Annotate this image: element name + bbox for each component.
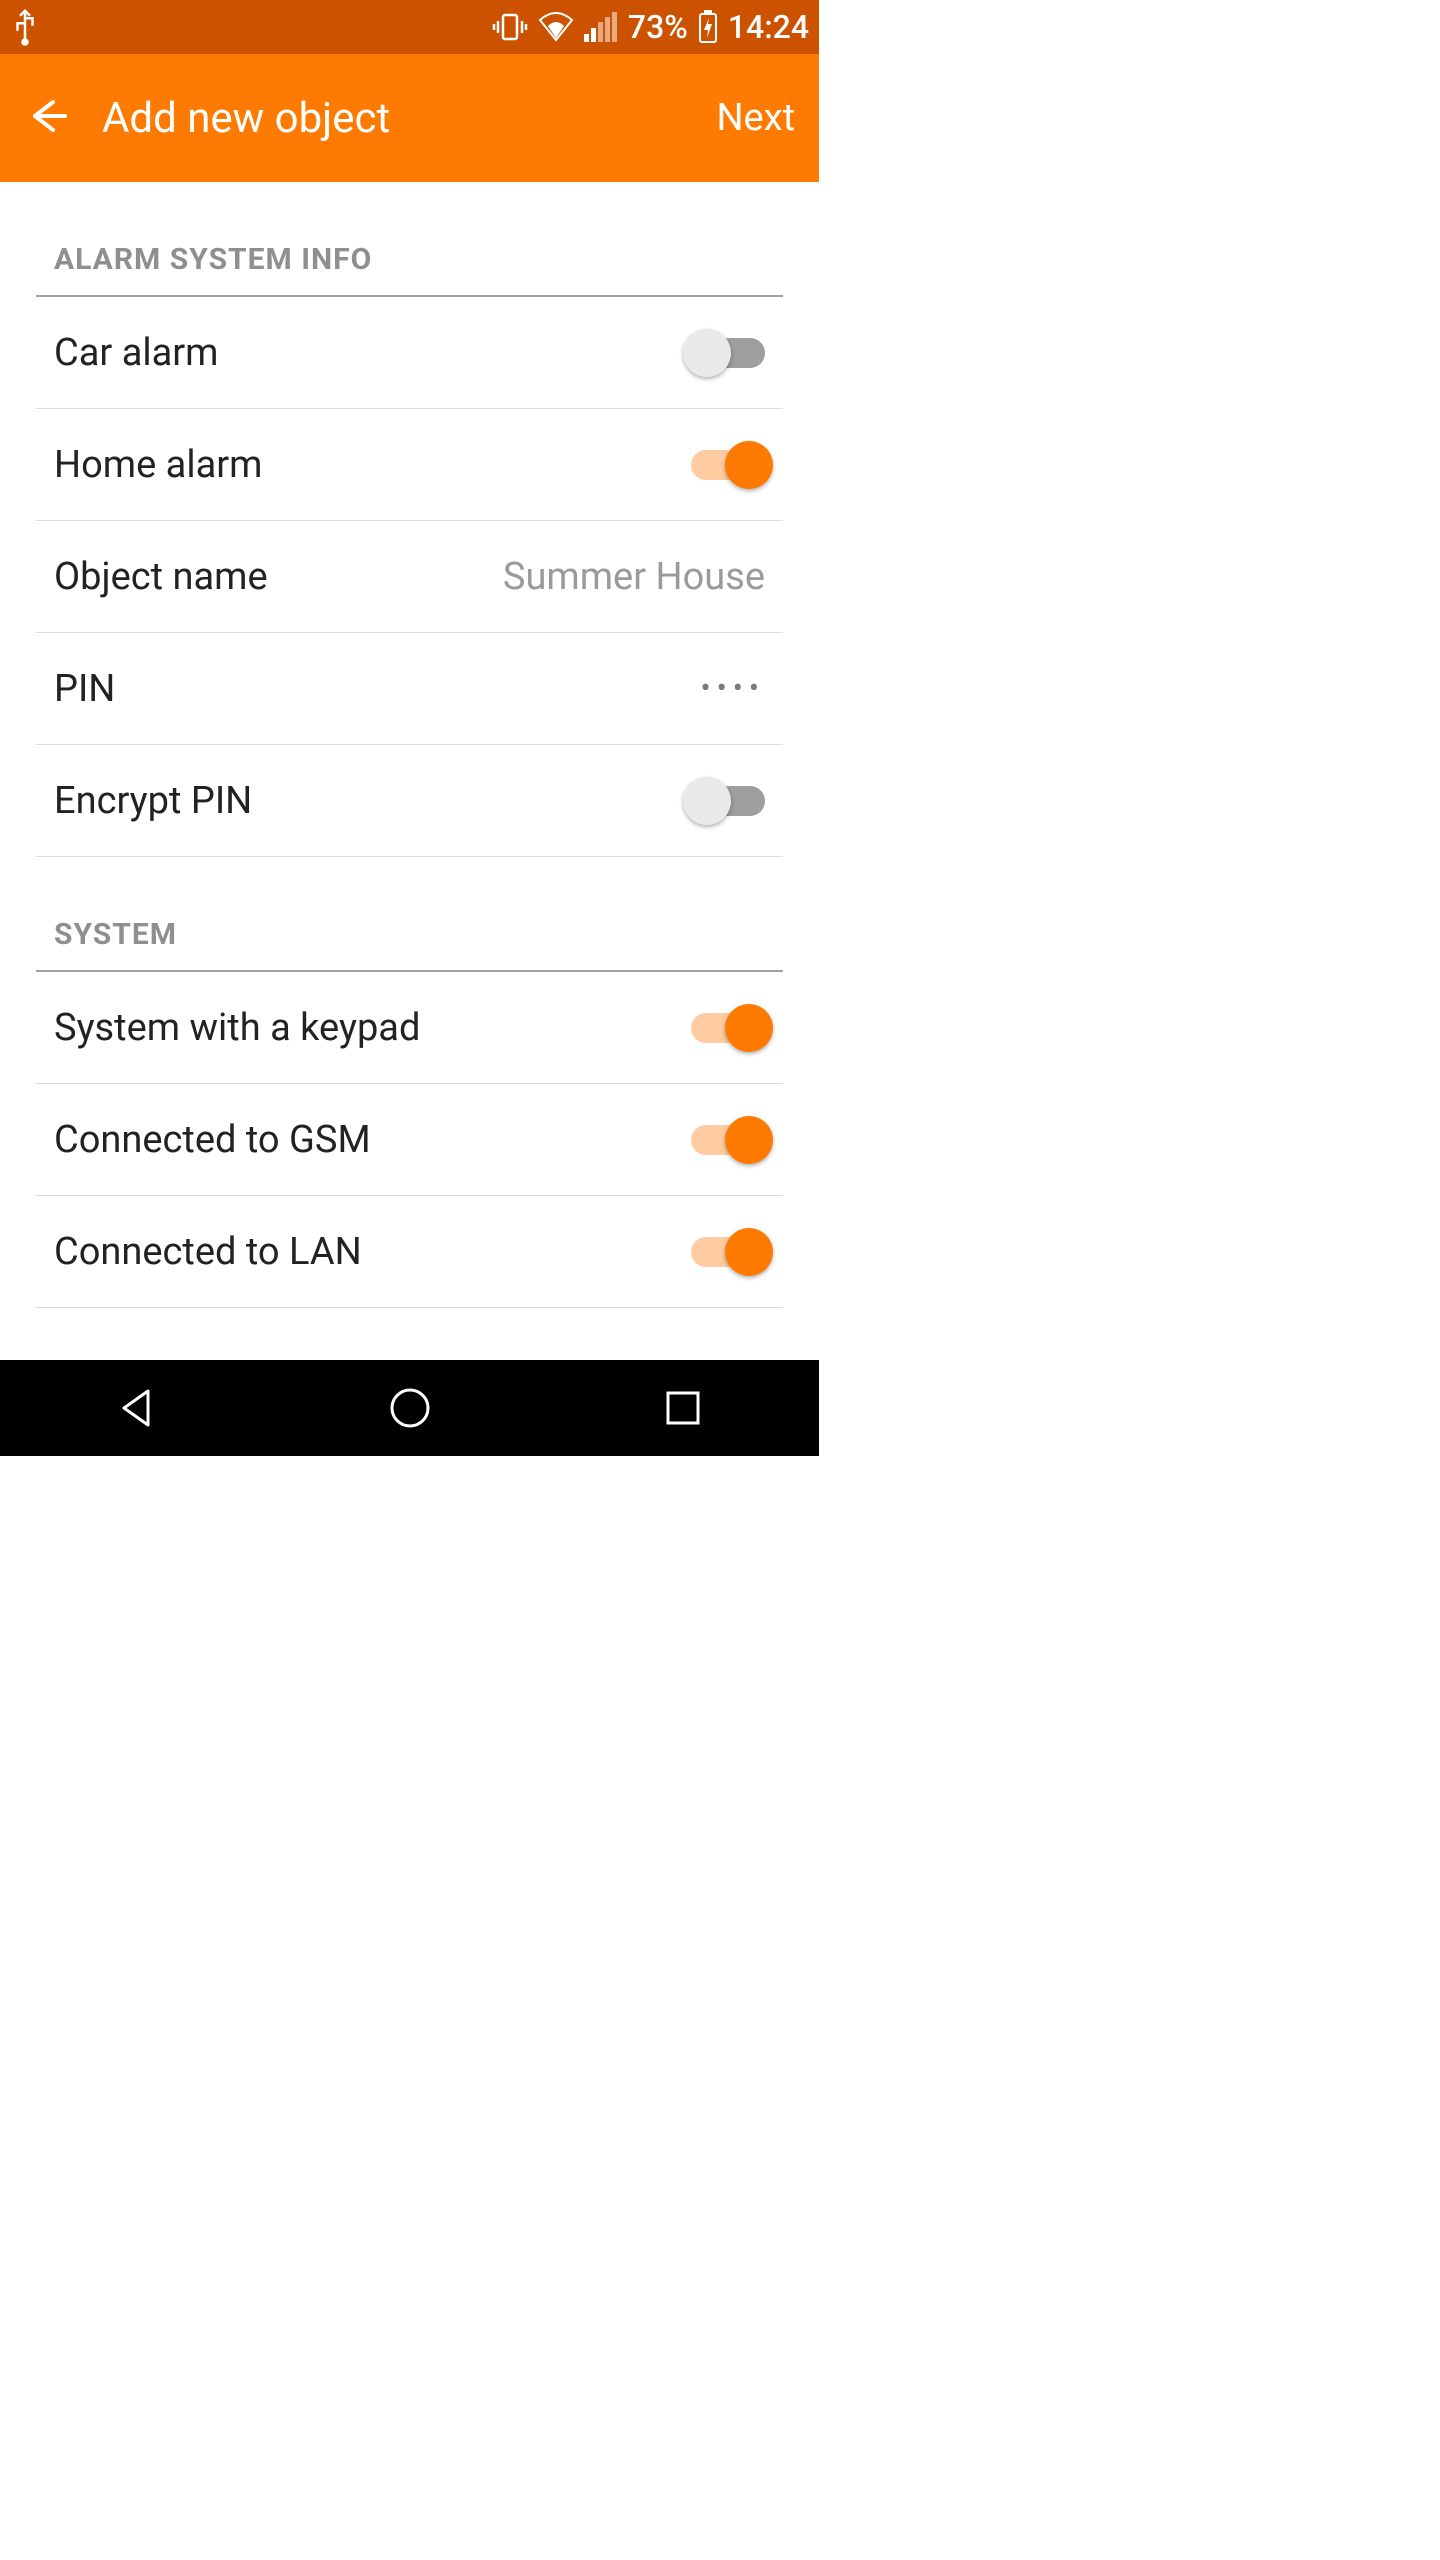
encrypt-pin-label: Encrypt PIN	[54, 779, 252, 823]
system-navbar	[0, 1360, 819, 1456]
triangle-back-icon	[112, 1383, 162, 1433]
signal-icon	[584, 12, 618, 42]
lan-toggle[interactable]	[691, 1237, 765, 1267]
content: ALARM SYSTEM INFO Car alarm Home alarm O…	[0, 182, 819, 1360]
row-keypad[interactable]: System with a keypad	[36, 972, 783, 1084]
row-lan[interactable]: Connected to LAN	[36, 1196, 783, 1308]
nav-back-button[interactable]	[112, 1383, 162, 1433]
row-gsm[interactable]: Connected to GSM	[36, 1084, 783, 1196]
gsm-label: Connected to GSM	[54, 1118, 371, 1162]
row-home-alarm[interactable]: Home alarm	[36, 409, 783, 521]
pin-label: PIN	[54, 667, 115, 711]
nav-home-button[interactable]	[385, 1383, 435, 1433]
object-name-value: Summer House	[503, 555, 765, 599]
car-alarm-label: Car alarm	[54, 331, 219, 375]
keypad-label: System with a keypad	[54, 1006, 420, 1050]
keypad-toggle[interactable]	[691, 1013, 765, 1043]
statusbar: 73% 14:24	[0, 0, 819, 54]
nav-recent-button[interactable]	[658, 1383, 708, 1433]
section-header-system: SYSTEM	[36, 857, 783, 972]
row-object-name[interactable]: Object name Summer House	[36, 521, 783, 633]
row-encrypt-pin[interactable]: Encrypt PIN	[36, 745, 783, 857]
battery-charging-icon	[698, 10, 718, 44]
appbar: Add new object Next	[0, 54, 819, 182]
gsm-toggle[interactable]	[691, 1125, 765, 1155]
car-alarm-toggle[interactable]	[691, 338, 765, 368]
circle-home-icon	[385, 1383, 435, 1433]
lan-label: Connected to LAN	[54, 1230, 362, 1274]
home-alarm-toggle[interactable]	[691, 450, 765, 480]
next-button[interactable]: Next	[716, 96, 795, 140]
page-title: Add new object	[102, 94, 716, 143]
row-pin[interactable]: PIN ••••	[36, 633, 783, 745]
encrypt-pin-toggle[interactable]	[691, 786, 765, 816]
wifi-icon	[538, 12, 574, 42]
vibrate-icon	[492, 11, 528, 43]
row-car-alarm[interactable]: Car alarm	[36, 297, 783, 409]
usb-icon	[10, 8, 40, 46]
pin-value: ••••	[701, 671, 766, 706]
back-button[interactable]	[12, 83, 82, 153]
object-name-label: Object name	[54, 555, 268, 599]
clock: 14:24	[728, 8, 809, 46]
battery-pct: 73%	[628, 8, 688, 46]
square-recent-icon	[658, 1383, 708, 1433]
section-header-alarm: ALARM SYSTEM INFO	[36, 182, 783, 297]
arrow-left-icon	[25, 94, 69, 142]
home-alarm-label: Home alarm	[54, 443, 262, 487]
